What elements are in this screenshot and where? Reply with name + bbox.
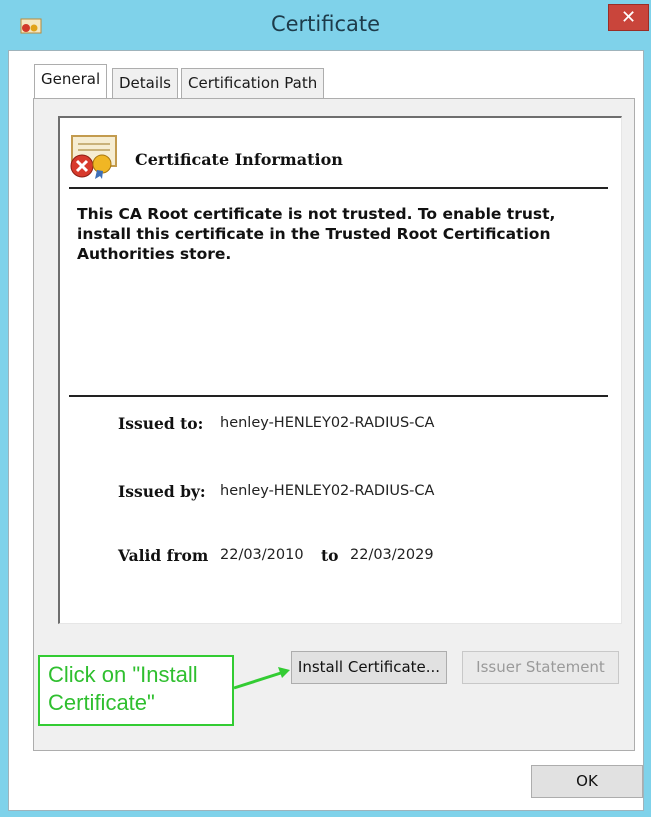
issued-by-label: Issued by: xyxy=(118,482,206,501)
close-button[interactable]: ✕ xyxy=(608,4,649,31)
instruction-callout: Click on "Install Certificate" xyxy=(38,655,234,726)
issued-by-value: henley-HENLEY02-RADIUS-CA xyxy=(220,483,435,499)
divider-top xyxy=(69,187,608,189)
certificate-dialog: Certificate ✕ General Details Certificat… xyxy=(0,0,651,817)
ok-button[interactable]: OK xyxy=(531,765,643,798)
valid-from-value: 22/03/2010 xyxy=(220,547,304,563)
divider-bottom xyxy=(69,395,608,397)
certificate-info-heading: Certificate Information xyxy=(135,150,343,169)
arrow-icon xyxy=(233,667,290,690)
install-certificate-button[interactable]: Install Certificate... xyxy=(291,651,447,684)
window-title: Certificate xyxy=(270,12,381,36)
issued-to-value: henley-HENLEY02-RADIUS-CA xyxy=(220,415,435,431)
valid-to-label: to xyxy=(321,546,339,565)
issued-to-label: Issued to: xyxy=(118,414,204,433)
trust-warning-text: This CA Root certificate is not trusted.… xyxy=(77,205,556,263)
issuer-statement-button[interactable]: Issuer Statement xyxy=(462,651,619,684)
valid-to-value: 22/03/2029 xyxy=(350,547,434,563)
close-icon: ✕ xyxy=(620,7,637,28)
tab-general[interactable]: General xyxy=(34,64,108,98)
tab-details[interactable]: Details xyxy=(112,68,179,98)
certificate-error-icon xyxy=(70,135,117,179)
valid-from-label: Valid from xyxy=(118,546,209,565)
title-bar[interactable]: Certificate ✕ xyxy=(0,0,651,50)
tab-certification-path[interactable]: Certification Path xyxy=(181,68,325,98)
